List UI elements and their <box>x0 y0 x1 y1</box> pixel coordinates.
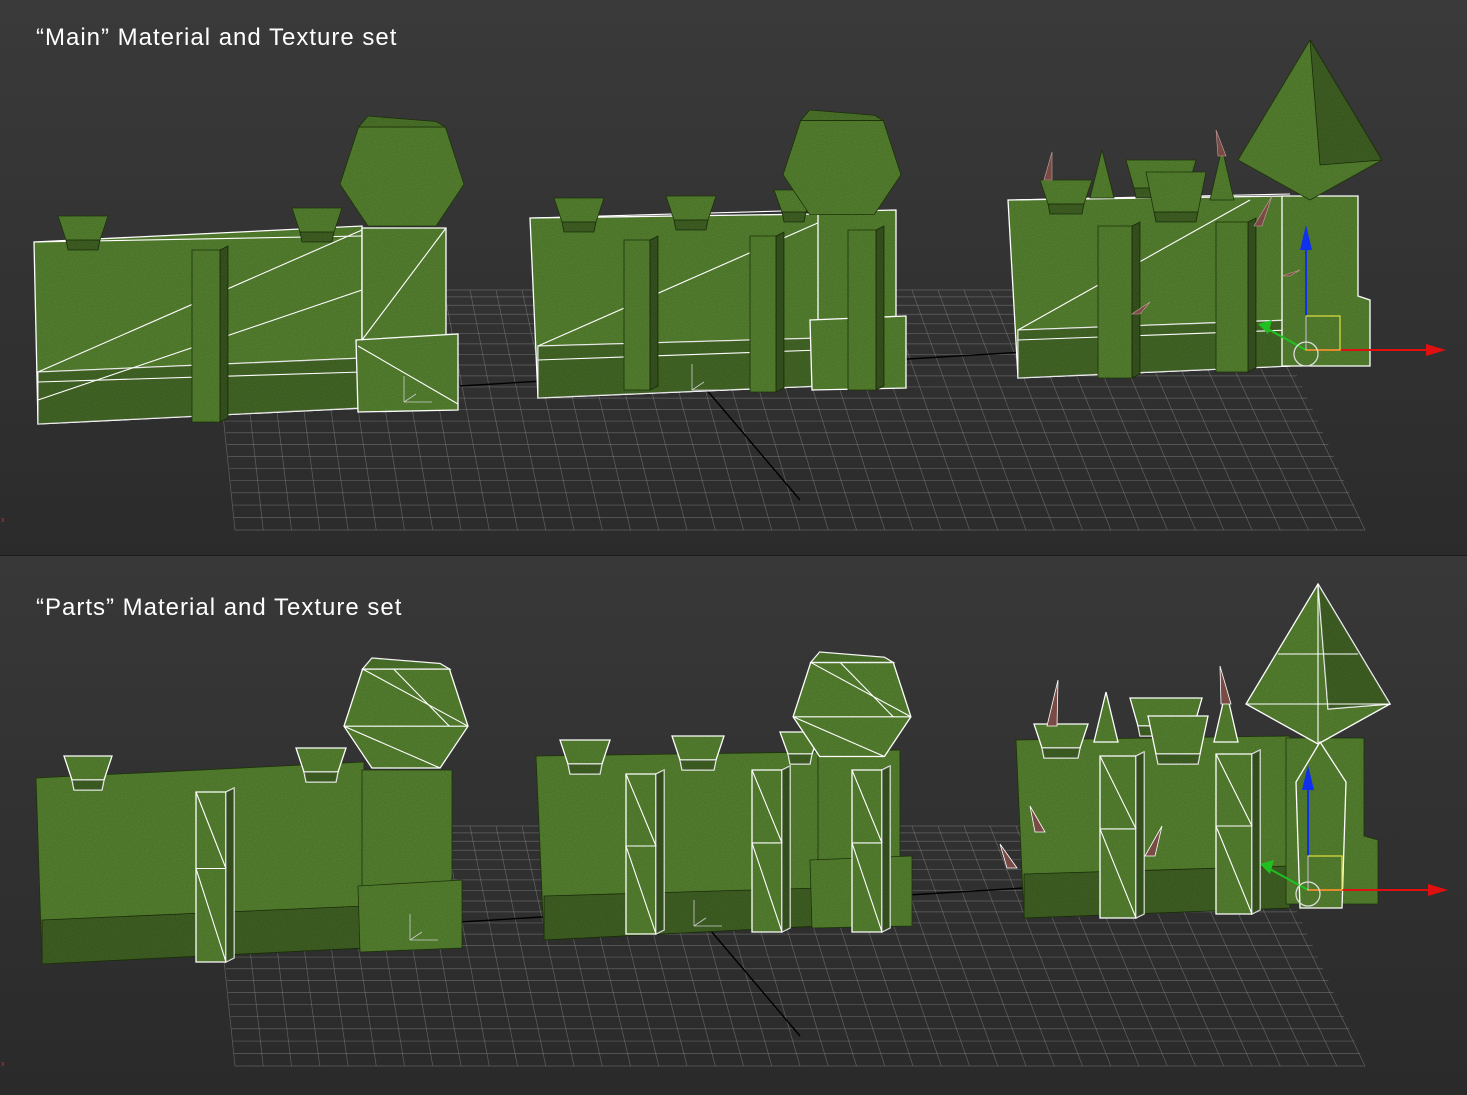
battlement-cap <box>57 215 109 241</box>
tower-cap <box>782 120 902 215</box>
face-shading <box>656 770 664 934</box>
hedge-pillar <box>1099 755 1137 919</box>
hedge-wall-segment-3-tower[interactable] <box>999 582 1392 920</box>
hedge-pillar <box>749 235 777 393</box>
hedge-pillar <box>851 769 883 933</box>
face-shading <box>1248 218 1256 372</box>
axis-tripod-icon: x <box>1 517 5 524</box>
hedge-wall-segment-1[interactable] <box>33 115 465 425</box>
face-shading <box>72 780 104 790</box>
battlement-cap <box>553 197 605 223</box>
face-shading <box>1252 750 1260 914</box>
face-shading <box>650 236 658 390</box>
face-shading <box>1156 754 1200 764</box>
hedge-pillar <box>623 239 651 391</box>
face-shading <box>362 658 450 669</box>
hedge-pillar <box>191 249 221 423</box>
battlement-cap <box>1145 171 1207 213</box>
hedge-wall-segment-3-tower[interactable] <box>1007 39 1383 379</box>
face-shading <box>680 760 716 770</box>
face-shading <box>1154 212 1198 222</box>
spike-ornament <box>1089 149 1115 199</box>
face-shading <box>1318 584 1390 709</box>
face-shading <box>226 788 234 962</box>
face-shading <box>358 116 446 127</box>
hedge-wall-segment-1[interactable] <box>35 657 469 965</box>
face-shading <box>1048 204 1084 214</box>
face-shading <box>1310 40 1382 165</box>
tower-body <box>361 769 453 887</box>
face-shading <box>882 766 890 932</box>
battlement-cap <box>1033 723 1089 749</box>
viewport-main-material[interactable]: “Main” Material and Texture set x <box>0 0 1467 556</box>
viewport-title: “Parts” Material and Texture set <box>36 594 403 621</box>
hedge-pillar <box>625 773 657 935</box>
face-shading <box>876 226 884 390</box>
face-shading <box>788 754 812 764</box>
hedge-pillar <box>847 229 877 391</box>
battlement-cap <box>671 735 725 761</box>
spike-ornament <box>1093 691 1119 743</box>
face-shading <box>674 220 708 230</box>
face-shading <box>1136 752 1144 918</box>
wireframe-edges <box>1246 584 1390 744</box>
battlement-cap <box>291 207 343 233</box>
face-shading <box>810 652 894 663</box>
scene-parts[interactable] <box>0 556 1467 1095</box>
tower-spire <box>1237 39 1383 201</box>
axis-tripod-icon: x <box>1 1061 5 1068</box>
battlement-cap <box>665 195 717 221</box>
battlement-cap <box>63 755 113 781</box>
battlement-cap <box>295 747 347 773</box>
face-shading <box>568 764 602 774</box>
battlement-cap <box>1039 179 1093 205</box>
viewport-parts-material[interactable]: “Parts” Material and Texture set x <box>0 556 1467 1095</box>
viewport-title: “Main” Material and Texture set <box>36 24 398 51</box>
face-shading <box>562 222 596 232</box>
hedge-pillar <box>195 791 227 963</box>
face-shading <box>782 766 790 932</box>
hedge-pillar <box>1215 221 1249 373</box>
hedge-pillar <box>1215 753 1253 915</box>
face-shading <box>300 232 334 242</box>
battlement-cap <box>559 739 611 765</box>
tower-body <box>1281 195 1371 367</box>
face-shading <box>1042 748 1080 758</box>
face-shading <box>1132 222 1140 378</box>
face-shading <box>776 232 784 392</box>
hedge-wall-segment-2[interactable] <box>529 109 907 399</box>
scene-main[interactable] <box>0 0 1467 556</box>
hedge-pillar <box>751 769 783 933</box>
face-shading <box>782 212 806 222</box>
battlement-cap <box>1147 715 1209 755</box>
face-shading <box>220 246 228 422</box>
face-shading <box>66 240 100 250</box>
hedge-pillar <box>1097 225 1133 379</box>
hedge-wall-segment-2[interactable] <box>535 651 913 941</box>
face-shading <box>800 110 884 121</box>
tower-cap <box>339 126 465 227</box>
face-shading <box>304 772 338 782</box>
